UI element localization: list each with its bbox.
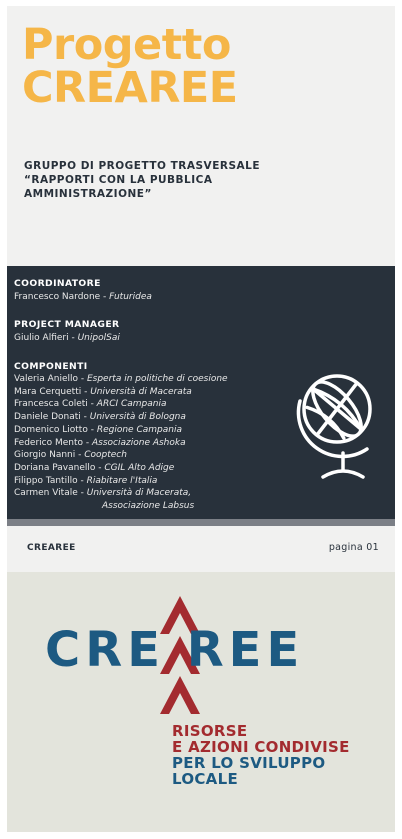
subtitle-line-2: “RAPPORTI CON LA PUBBLICA <box>24 174 213 186</box>
logo-wordmark: CRE REE <box>45 622 305 678</box>
coordinatore-name: Francesco Nardone - <box>14 292 110 302</box>
list-item: Mara Cerquetti - Università di Macerata <box>14 386 192 397</box>
tagline-line-2: E AZIONI CONDIVISE <box>172 738 350 756</box>
globe-icon <box>296 374 372 479</box>
subtitle-line-1: GRUPPO DI PROGETTO TRASVERSALE <box>24 160 260 172</box>
list-item: Doriana Pavanello - CGIL Alto Adige <box>14 462 175 473</box>
subtitle-line-3: AMMINISTRAZIONE” <box>24 188 152 200</box>
list-item: Francesca Coleti - ARCI Campania <box>14 399 167 410</box>
list-item: Giorgio Nanni - Cooptech <box>14 450 127 461</box>
project-manager-name: Giulio Alfieri - <box>14 333 78 343</box>
title-line-1: Progetto <box>22 20 231 70</box>
coordinatore-affiliation: Futuridea <box>109 292 152 302</box>
page-number: pagina 01 <box>328 542 379 553</box>
title-line-2: CREAREE <box>22 63 238 113</box>
list-item: Carmen Vitale - Università di Macerata, <box>14 488 192 499</box>
componenti-list: Valeria Aniello - Esperta in politiche d… <box>14 373 314 513</box>
footer-brand: CREAREE <box>27 543 76 553</box>
page-title: Progetto CREAREE <box>22 24 238 110</box>
project-manager-heading: PROJECT MANAGER <box>14 319 120 330</box>
list-item: Domenico Liotto - Regione Campania <box>14 424 182 435</box>
project-manager-entry: Giulio Alfieri - UnipolSai <box>14 332 120 345</box>
page-subtitle: GRUPPO DI PROGETTO TRASVERSALE “RAPPORTI… <box>24 159 354 201</box>
logo-tagline: RISORSE E AZIONI CONDIVISE PER LO SVILUP… <box>172 723 350 787</box>
coordinatore-entry: Francesco Nardone - Futuridea <box>14 291 152 304</box>
project-manager-affiliation: UnipolSai <box>77 333 120 343</box>
componenti-heading: COMPONENTI <box>14 361 88 372</box>
list-item: Daniele Donati - Università di Bologna <box>14 412 186 423</box>
list-item-continuation: Associazione Labsus <box>102 501 195 512</box>
tagline-line-1: RISORSE <box>172 722 248 740</box>
page-footer: CREAREE pagina 01 <box>7 526 395 572</box>
list-item: Federico Mento - Associazione Ashoka <box>14 437 186 448</box>
list-item: Filippo Tantillo - Riabitare l'Italia <box>14 475 158 486</box>
list-item: Valeria Aniello - Esperta in politiche d… <box>14 374 228 384</box>
tagline-line-3: PER LO SVILUPPO <box>172 754 326 772</box>
panel-divider <box>7 519 395 526</box>
coordinatore-heading: COORDINATORE <box>14 278 101 289</box>
tagline-line-4: LOCALE <box>172 770 238 788</box>
